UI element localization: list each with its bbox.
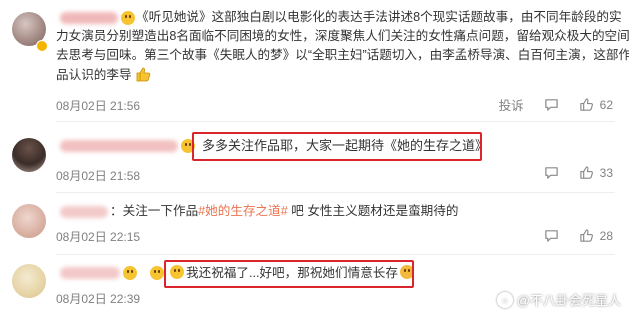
avatar[interactable] <box>12 204 46 238</box>
thumbs-up-emoji-icon <box>135 66 151 88</box>
like-count: 28 <box>599 228 613 243</box>
report-button[interactable]: 投诉 <box>499 95 524 114</box>
comment-button[interactable] <box>544 97 559 112</box>
comment-text-line: 力女演员分别塑造出8名面临不同困境的女性，深度聚焦人们关注的女性痛点问题，留给观… <box>56 29 629 43</box>
comment-icon <box>544 99 558 111</box>
verified-badge-icon <box>36 40 48 52</box>
divider <box>56 121 615 122</box>
watermark-text: @不八卦会死星人 <box>516 293 621 308</box>
topic-tag[interactable]: #她的生存之道# <box>198 204 288 218</box>
like-icon <box>579 166 593 179</box>
highlight-box <box>192 132 482 161</box>
comment-icon <box>544 230 558 242</box>
username[interactable] <box>60 140 178 152</box>
watermark-logo-icon: ☼ <box>496 291 513 308</box>
like-button[interactable]: 28 <box>579 228 613 243</box>
username[interactable] <box>60 12 118 24</box>
comment-item-3: ：关注一下作品#她的生存之道# 吧 女性主义题材还是蛮期待的 08月02日 22… <box>0 194 629 256</box>
watermark: ☼ @不八卦会死星人 <box>496 290 621 309</box>
like-button[interactable]: 33 <box>579 165 613 180</box>
avatar[interactable] <box>12 264 46 298</box>
emoji-icon <box>121 11 135 25</box>
comment-text-line: 去思考与回味。第三个故事《失眠人的梦》以“全职主妇”话题切入，由李孟桥导演、白百… <box>56 48 629 62</box>
comment-text: ：关注一下作品#她的生存之道# 吧 女性主义题材还是蛮期待的 <box>110 204 459 218</box>
comment-time: 08月02日 21:56 <box>56 99 141 113</box>
like-icon <box>579 229 593 242</box>
comment-button[interactable] <box>544 228 559 243</box>
highlight-box <box>164 260 414 288</box>
comment-actions: 28 <box>544 228 613 243</box>
like-button[interactable]: 62 <box>579 97 613 112</box>
comment-actions: 33 <box>544 165 613 180</box>
like-count: 62 <box>599 97 613 112</box>
avatar[interactable] <box>12 138 46 172</box>
comment-time: 08月02日 22:15 <box>56 230 141 244</box>
comment-button[interactable] <box>544 165 559 180</box>
comment-icon <box>544 167 558 179</box>
comment-item-1: 《听见她说》这部独白剧以电影化的表达手法讲述8个现实话题故事，由不同年龄段的实 … <box>0 0 629 118</box>
like-count: 33 <box>599 165 613 180</box>
comment-actions: 投诉 62 <box>499 95 613 114</box>
comment-time: 08月02日 21:58 <box>56 169 141 183</box>
divider <box>56 254 615 255</box>
emoji-icon <box>123 266 137 280</box>
comment-text: 《听见她说》这部独白剧以电影化的表达手法讲述8个现实话题故事，由不同年龄段的实 <box>136 10 622 24</box>
username[interactable] <box>60 267 120 279</box>
comment-text-line: 品认识的李导 <box>56 66 151 88</box>
username[interactable] <box>60 206 108 218</box>
crying-emoji-icon <box>150 266 164 280</box>
comment-time: 08月02日 22:39 <box>56 292 141 306</box>
like-icon <box>579 98 593 111</box>
divider <box>56 192 615 193</box>
